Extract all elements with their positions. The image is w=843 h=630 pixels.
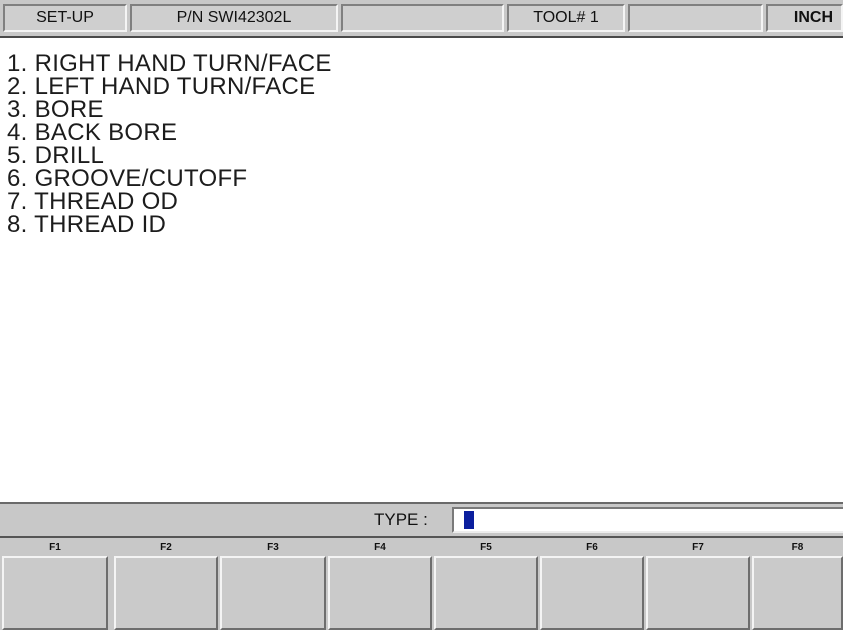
menu-item-groove-cutoff[interactable]: 6. GROOVE/CUTOFF <box>7 167 332 191</box>
f8-key-face[interactable] <box>752 556 843 630</box>
f8-key[interactable]: F8 <box>752 538 843 630</box>
tool-type-menu: 1. RIGHT HAND TURN/FACE 2. LEFT HAND TUR… <box>0 38 843 502</box>
menu-item-thread-id[interactable]: 8. THREAD ID <box>7 213 332 237</box>
tool-number-display: TOOL# 1 <box>507 4 625 32</box>
f5-key-face[interactable] <box>434 556 538 630</box>
f6-key-label: F6 <box>586 542 598 553</box>
f1-key-label: F1 <box>49 542 61 553</box>
f1-key-face[interactable] <box>2 556 108 630</box>
units-indicator: INCH <box>766 4 843 32</box>
f2-key-label: F2 <box>160 542 172 553</box>
menu-item-left-hand-turn-face[interactable]: 2. LEFT HAND TURN/FACE <box>7 75 332 99</box>
text-cursor <box>464 511 474 529</box>
f7-key-face[interactable] <box>646 556 750 630</box>
status-field-empty-1 <box>341 4 504 32</box>
mode-indicator: SET-UP <box>3 4 127 32</box>
f3-key-label: F3 <box>267 542 279 553</box>
f4-key-label: F4 <box>374 542 386 553</box>
menu-item-thread-od[interactable]: 7. THREAD OD <box>7 190 332 214</box>
f3-key[interactable]: F3 <box>220 538 326 630</box>
menu-item-drill[interactable]: 5. DRILL <box>7 144 332 168</box>
status-field-empty-2 <box>628 4 763 32</box>
menu-item-back-bore[interactable]: 4. BACK BORE <box>7 121 332 145</box>
f6-key-face[interactable] <box>540 556 644 630</box>
f6-key[interactable]: F6 <box>540 538 644 630</box>
f1-key[interactable]: F1 <box>2 538 108 630</box>
f5-key-label: F5 <box>480 542 492 553</box>
status-bar: SET-UP P/N SWI42302L TOOL# 1 INCH <box>0 0 843 38</box>
type-prompt-label: TYPE : <box>374 510 428 529</box>
part-number-display: P/N SWI42302L <box>130 4 338 32</box>
f4-key[interactable]: F4 <box>328 538 432 630</box>
f4-key-face[interactable] <box>328 556 432 630</box>
menu-item-bore[interactable]: 3. BORE <box>7 98 332 122</box>
f5-key[interactable]: F5 <box>434 538 538 630</box>
f3-key-face[interactable] <box>220 556 326 630</box>
function-key-bar: F1 F2 F3 F4 F5 F6 F7 F8 <box>0 536 843 630</box>
f2-key[interactable]: F2 <box>114 538 218 630</box>
f7-key[interactable]: F7 <box>646 538 750 630</box>
f2-key-face[interactable] <box>114 556 218 630</box>
f8-key-label: F8 <box>791 542 804 553</box>
menu-item-right-hand-turn-face[interactable]: 1. RIGHT HAND TURN/FACE <box>7 52 332 76</box>
type-input-field[interactable] <box>452 507 843 533</box>
menu-list: 1. RIGHT HAND TURN/FACE 2. LEFT HAND TUR… <box>7 52 332 237</box>
type-prompt-bar: TYPE : <box>0 502 843 536</box>
f7-key-label: F7 <box>692 542 704 553</box>
